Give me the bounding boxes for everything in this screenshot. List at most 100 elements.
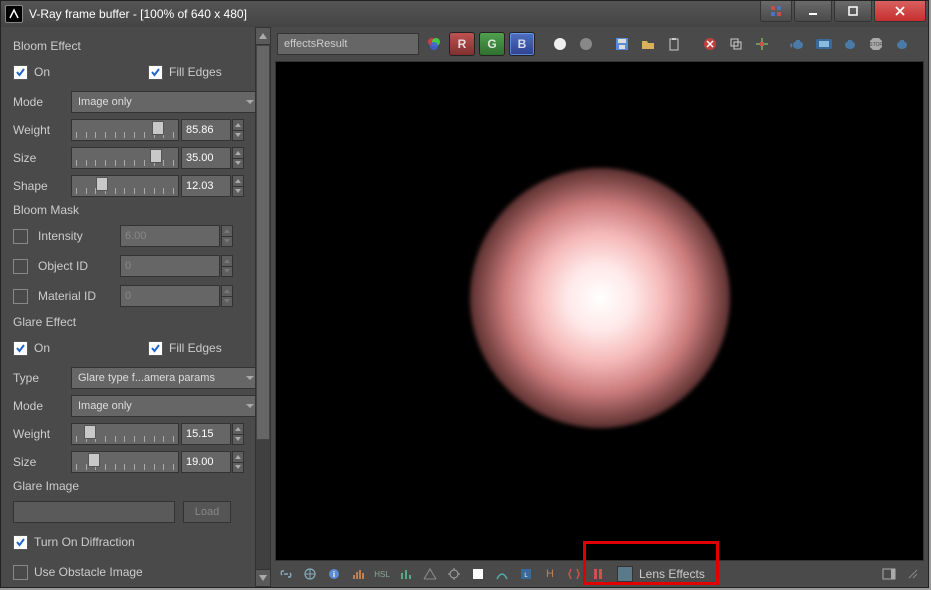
close-button[interactable]	[874, 1, 926, 22]
glare-on-checkbox[interactable]	[13, 341, 28, 356]
hsl-icon[interactable]: HSL	[373, 565, 391, 583]
lens-effects-icon	[617, 566, 633, 582]
glare-weight-label: Weight	[13, 427, 71, 441]
diffraction-label: Turn On Diffraction	[34, 535, 135, 549]
minimize-button[interactable]	[794, 1, 832, 22]
obstacle-checkbox[interactable]	[13, 565, 28, 580]
bottom-toolbar: i HSL L H Lens Effects	[271, 561, 928, 587]
glare-mode-select[interactable]: Image only	[71, 395, 261, 417]
info-icon[interactable]: i	[325, 565, 343, 583]
materialid-spinner	[221, 285, 233, 307]
bloom-size-input[interactable]: 35.00	[181, 147, 231, 169]
glare-size-slider[interactable]	[71, 451, 179, 473]
lens-effects-toggle[interactable]: Lens Effects	[613, 563, 709, 585]
materialid-checkbox[interactable]	[13, 289, 28, 304]
region-icon[interactable]	[751, 33, 773, 55]
levels-icon[interactable]	[349, 565, 367, 583]
bloom-weight-label: Weight	[13, 123, 71, 137]
app-logo-icon	[5, 5, 23, 23]
bloom-weight-slider[interactable]	[71, 119, 179, 141]
intensity-label: Intensity	[38, 229, 120, 243]
save-icon[interactable]	[611, 33, 633, 55]
green-channel-button[interactable]: G	[479, 32, 505, 56]
bloom-on-checkbox[interactable]	[13, 65, 28, 80]
glare-type-label: Type	[13, 371, 71, 385]
glare-fill-edges-checkbox[interactable]	[148, 341, 163, 356]
glare-weight-input[interactable]: 15.15	[181, 423, 231, 445]
lut-icon[interactable]: L	[517, 565, 535, 583]
bloom-section-title: Bloom Effect	[13, 39, 261, 53]
glare-weight-slider[interactable]	[71, 423, 179, 445]
glare-image-load-button[interactable]: Load	[183, 501, 231, 523]
glare-size-spinner[interactable]	[232, 451, 244, 473]
maximize-button[interactable]	[834, 1, 872, 22]
bloom-size-slider[interactable]	[71, 147, 179, 169]
exposure-icon[interactable]	[445, 565, 463, 583]
bloom-mode-label: Mode	[13, 95, 71, 109]
clear-icon[interactable]	[699, 33, 721, 55]
stop-icon[interactable]: STOP	[865, 33, 887, 55]
resize-grip-icon[interactable]	[904, 565, 922, 583]
rgb-channels-icon[interactable]	[423, 33, 445, 55]
mono-gray-icon[interactable]	[575, 33, 597, 55]
glare-type-select[interactable]: Glare type f...amera params	[71, 367, 261, 389]
teapot2-icon[interactable]	[813, 33, 835, 55]
globe-icon[interactable]	[301, 565, 319, 583]
bloom-mode-select[interactable]: Image only	[71, 91, 261, 113]
intensity-checkbox[interactable]	[13, 229, 28, 244]
glare-on-label: On	[34, 341, 50, 355]
objectid-label: Object ID	[38, 259, 120, 273]
bloom-fill-edges-checkbox[interactable]	[148, 65, 163, 80]
intensity-spinner	[221, 225, 233, 247]
window-title: V-Ray frame buffer - [100% of 640 x 480]	[29, 7, 247, 21]
whitebalance-icon[interactable]	[469, 565, 487, 583]
teapot1-icon[interactable]	[787, 33, 809, 55]
diffraction-checkbox[interactable]	[13, 535, 28, 550]
glare-size-label: Size	[13, 455, 71, 469]
compare-icon[interactable]	[565, 565, 583, 583]
bloom-weight-spinner[interactable]	[232, 119, 244, 141]
obstacle-label: Use Obstacle Image	[34, 565, 143, 579]
teapot4-icon[interactable]	[891, 33, 913, 55]
window-options-button[interactable]	[760, 1, 792, 22]
bloom-shape-label: Shape	[13, 179, 71, 193]
open-icon[interactable]	[637, 33, 659, 55]
bloom-fill-edges-label: Fill Edges	[169, 65, 222, 79]
histogram-h-icon[interactable]: H	[541, 565, 559, 583]
svg-text:STOP: STOP	[869, 42, 883, 48]
render-viewport[interactable]	[275, 61, 924, 561]
effects-panel: Bloom Effect On Fill Edges Mode Image on…	[1, 27, 271, 587]
mono-white-icon[interactable]	[549, 33, 571, 55]
split-icon[interactable]	[589, 565, 607, 583]
red-channel-button[interactable]: R	[449, 32, 475, 56]
teapot3-icon[interactable]	[839, 33, 861, 55]
clipboard-icon[interactable]	[663, 33, 685, 55]
glare-image-path	[13, 501, 175, 523]
bloom-shape-input[interactable]: 12.03	[181, 175, 231, 197]
curve2-icon[interactable]	[493, 565, 511, 583]
intensity-input: 6.00	[120, 225, 220, 247]
glare-mode-label: Mode	[13, 399, 71, 413]
bloom-size-spinner[interactable]	[232, 147, 244, 169]
glare-section-title: Glare Effect	[13, 315, 261, 329]
glare-weight-spinner[interactable]	[232, 423, 244, 445]
link-icon[interactable]	[277, 565, 295, 583]
side-panel-toggle[interactable]	[880, 565, 898, 583]
objectid-checkbox[interactable]	[13, 259, 28, 274]
bloom-mask-title: Bloom Mask	[13, 203, 261, 217]
bloom-shape-slider[interactable]	[71, 175, 179, 197]
panel-scrollbar[interactable]	[255, 27, 271, 587]
materialid-label: Material ID	[38, 289, 120, 303]
curves-icon[interactable]	[397, 565, 415, 583]
objectid-input: 0	[120, 255, 220, 277]
bloom-weight-input[interactable]: 85.86	[181, 119, 231, 141]
balance-icon[interactable]	[421, 565, 439, 583]
title-bar: V-Ray frame buffer - [100% of 640 x 480]	[1, 1, 928, 27]
bloom-shape-spinner[interactable]	[232, 175, 244, 197]
channel-dropdown[interactable]: effectsResult	[277, 33, 419, 55]
duplicate-icon[interactable]	[725, 33, 747, 55]
glare-size-input[interactable]: 19.00	[181, 451, 231, 473]
blue-channel-button[interactable]: B	[509, 32, 535, 56]
materialid-input: 0	[120, 285, 220, 307]
glare-fill-edges-label: Fill Edges	[169, 341, 222, 355]
